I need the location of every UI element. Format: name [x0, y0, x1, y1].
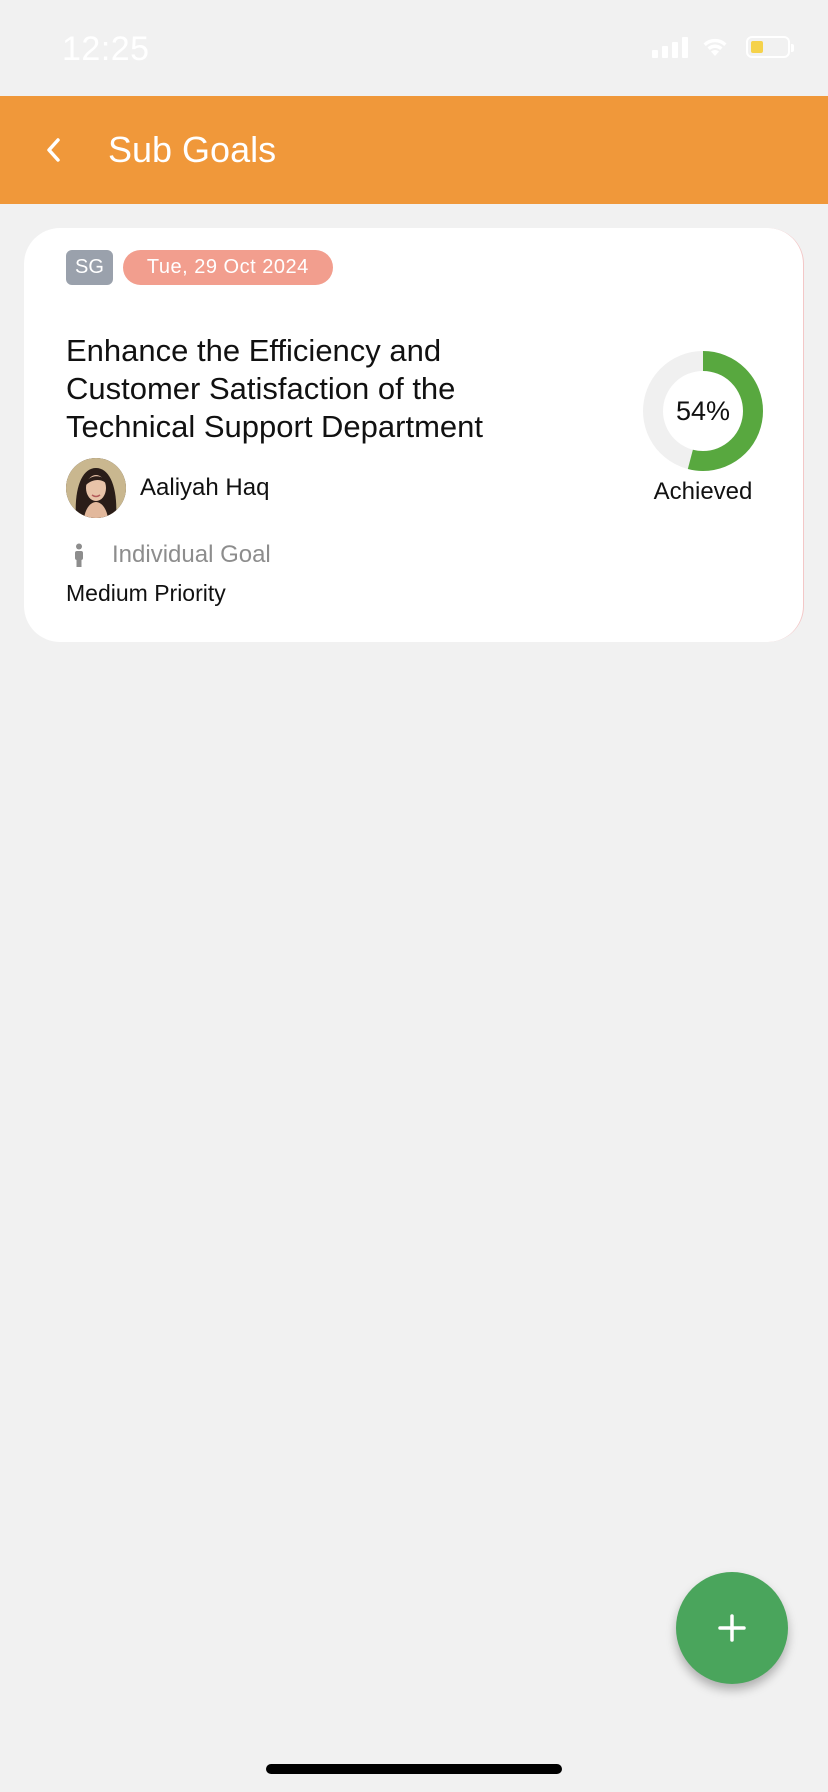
priority-label: Medium Priority [66, 580, 226, 606]
avatar [66, 458, 126, 518]
progress-percent: 54% [675, 395, 731, 426]
owner-row: Aaliyah Haq [66, 458, 269, 518]
app-header: Sub Goals [0, 96, 828, 204]
goal-title: Enhance the Efficiency and Customer Sati… [66, 333, 484, 444]
wifi-icon [703, 38, 727, 56]
goal-type-row: Individual Goal [66, 540, 271, 570]
status-bar: 12:25 [0, 0, 828, 96]
signal-icon [652, 36, 688, 58]
status-icons [652, 36, 794, 58]
goal-type: Individual Goal [112, 541, 271, 568]
person-icon [66, 540, 92, 570]
progress-indicator: 54% Achieved [640, 348, 766, 506]
battery-icon [746, 36, 794, 58]
page-title: Sub Goals [108, 129, 277, 170]
chevron-left-icon [47, 138, 60, 162]
owner-name: Aaliyah Haq [140, 474, 270, 501]
sub-goal-card[interactable]: SG Tue, 29 Oct 2024 Enhance the Efficien… [24, 228, 804, 642]
progress-label: Achieved [653, 478, 753, 505]
date-badge: Tue, 29 Oct 2024 [122, 250, 333, 285]
goal-code-badge: SG [66, 250, 113, 285]
back-button[interactable] [24, 120, 84, 180]
plus-icon [718, 1614, 746, 1642]
home-indicator [266, 1764, 562, 1774]
status-time: 12:25 [62, 30, 150, 68]
badge-row: SG Tue, 29 Oct 2024 [66, 250, 333, 285]
add-sub-goal-button[interactable] [676, 1572, 788, 1684]
progress-donut: 54% [640, 348, 766, 474]
